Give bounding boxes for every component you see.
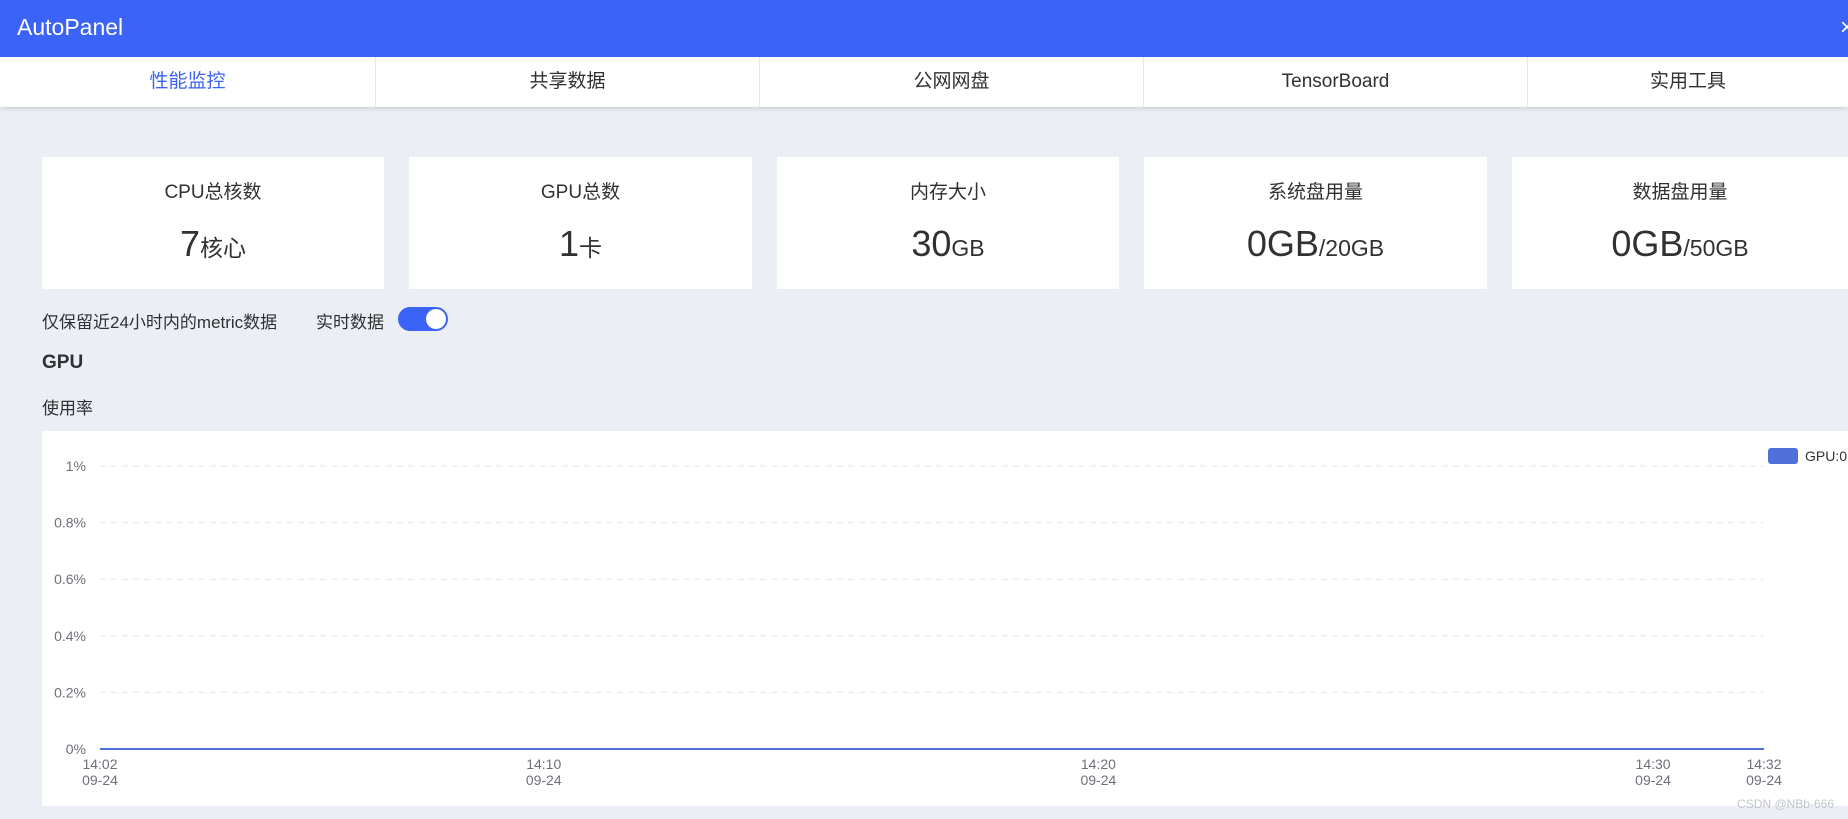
x-tick-time: 14:30 (1636, 756, 1671, 772)
x-tick-date: 09-24 (1635, 772, 1671, 788)
stat-unit: GB (951, 235, 985, 261)
x-tick-date: 09-24 (1080, 772, 1116, 788)
stat-value: 7核心 (42, 223, 384, 265)
tab-shared-data[interactable]: 共享数据 (376, 57, 760, 107)
nav-tabs: 性能监控 共享数据 公网网盘 TensorBoard 实用工具 (0, 57, 1848, 107)
gpu-usage-chart: 1% 0.8% 0.6% 0.4% 0.2% 0% 14:02 09-24 14:10 09-24… (42, 431, 1848, 806)
stat-unit: /20GB (1318, 235, 1385, 261)
top-bar: AutoPanel × (0, 0, 1848, 57)
stat-card-data-disk: 数据盘用量 0GB/50GB (1512, 157, 1848, 289)
realtime-toggle[interactable] (398, 307, 448, 331)
chart-canvas: 1%0.8%0.6%0.4%0.2%0%14:0209-2414:1009-24… (54, 448, 1847, 788)
legend-label: GPU:0 (1805, 448, 1847, 464)
x-tick-time: 14:02 (82, 756, 117, 772)
stat-value: 30GB (777, 223, 1119, 265)
tab-performance[interactable]: 性能监控 (0, 57, 376, 107)
stat-label: 数据盘用量 (1632, 182, 1728, 203)
x-tick-date: 09-24 (82, 772, 118, 788)
tab-tools[interactable]: 实用工具 (1528, 57, 1848, 107)
stat-label: 系统盘用量 (1267, 182, 1363, 203)
tab-public-disk[interactable]: 公网网盘 (760, 57, 1144, 107)
y-tick-label: 0.2% (54, 684, 86, 700)
stat-number: 0GB (1246, 223, 1319, 264)
x-tick-time: 14:10 (526, 756, 561, 772)
y-tick-label: 0.8% (54, 515, 86, 531)
stat-unit: 核心 (200, 235, 247, 261)
app-title: AutoPanel (17, 14, 124, 40)
stat-value: 1卡 (409, 223, 752, 265)
stat-number: 7 (179, 223, 201, 264)
x-tick-time: 14:32 (1746, 756, 1781, 772)
chart-subtitle: 使用率 (42, 399, 93, 418)
watermark: CSDN @NBb-666 (1737, 797, 1834, 811)
legend-swatch (1768, 448, 1798, 464)
y-tick-label: 1% (66, 458, 86, 474)
x-tick-date: 09-24 (1746, 772, 1782, 788)
y-tick-label: 0.6% (54, 571, 86, 587)
stat-unit: /50GB (1683, 235, 1749, 261)
realtime-label: 实时数据 (316, 313, 384, 332)
y-tick-label: 0% (66, 741, 86, 757)
x-tick-date: 09-24 (526, 772, 562, 788)
stat-value: 0GB/20GB (1144, 223, 1487, 265)
stat-unit: 卡 (579, 235, 603, 261)
stat-label: CPU总核数 (164, 182, 262, 203)
stat-label: 内存大小 (909, 182, 986, 203)
stat-number: 30 (911, 223, 952, 264)
stat-card-system-disk: 系统盘用量 0GB/20GB (1144, 157, 1487, 289)
stat-card-gpu: GPU总数 1卡 (409, 157, 752, 289)
retention-note: 仅保留近24小时内的metric数据 (42, 313, 278, 332)
stat-card-cpu: CPU总核数 7核心 (42, 157, 384, 289)
toggle-knob (426, 309, 446, 329)
stat-label: GPU总数 (540, 182, 621, 203)
stat-number: 1 (558, 223, 580, 264)
section-title: GPU (42, 352, 84, 373)
y-tick-label: 0.4% (54, 628, 86, 644)
close-icon[interactable]: × (1840, 14, 1848, 42)
x-tick-time: 14:20 (1081, 756, 1116, 772)
stat-card-memory: 内存大小 30GB (777, 157, 1119, 289)
stat-number: 0GB (1611, 223, 1684, 264)
tab-tensorboard[interactable]: TensorBoard (1144, 57, 1528, 107)
stat-value: 0GB/50GB (1512, 223, 1848, 265)
